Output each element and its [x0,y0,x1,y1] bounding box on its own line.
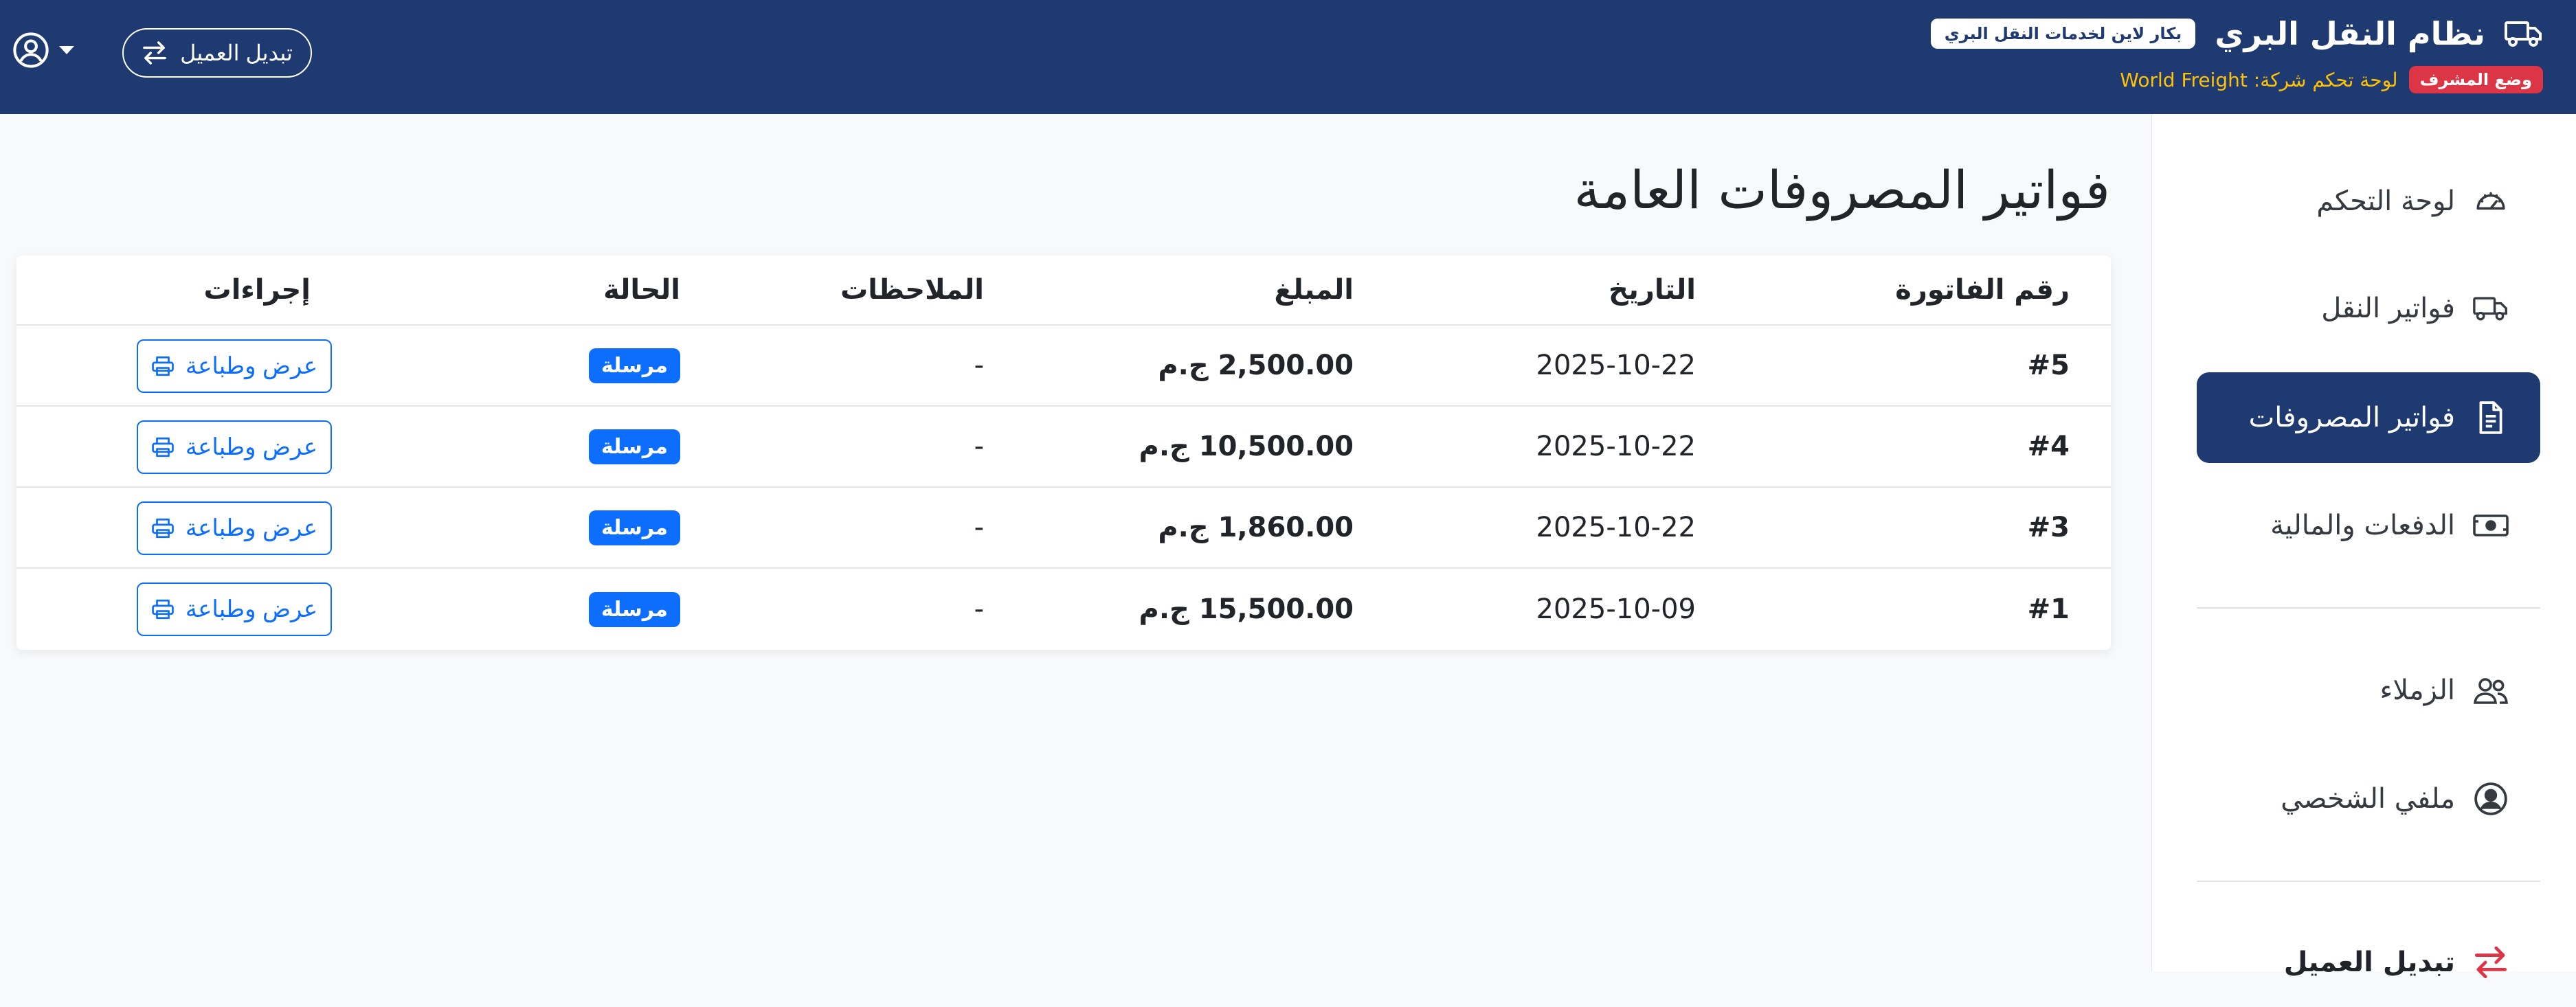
invoice-amount: 2,500.00 ج.م [1158,350,1354,381]
view-print-button[interactable]: عرض وطباعة [137,339,332,393]
sidebar-item-label: لوحة التحكم [2316,185,2455,217]
view-print-label: عرض وطباعة [185,353,318,379]
sidebar-divider [2197,607,2540,609]
status-cell: مرسلة [588,407,680,486]
truck-icon [2505,18,2543,49]
sidebar-item-switch-client[interactable]: تبديل العميل [2197,918,2540,1007]
status-badge: مرسلة [588,348,680,383]
view-print-button[interactable]: عرض وطباعة [137,420,332,474]
status-badge: مرسلة [588,510,680,545]
sidebar-item-label: فواتير النقل [2321,293,2455,324]
status-cell: مرسلة [588,569,680,650]
view-print-button[interactable]: عرض وطباعة [137,501,332,555]
view-print-label: عرض وطباعة [185,515,318,541]
arrow-left-right-icon [143,41,166,65]
table-row: #4 2025-10-22 10,500.00 ج.م - مرسلة عرض … [16,407,2111,488]
sidebar-item-expense-invoices[interactable]: فواتير المصروفات [2197,372,2540,463]
user-circle-icon [13,32,49,68]
app-title[interactable]: نظام النقل البري [2215,15,2485,52]
truck-icon [2473,297,2507,321]
column-header-date: التاريخ [1609,274,1696,306]
sidebar-item-label: ملفي الشخصي [2281,783,2455,815]
sidebar-item-label: الدفعات والمالية [2270,510,2455,541]
sidebar-item-transport-invoices[interactable]: فواتير النقل [2197,264,2540,353]
invoice-date: 2025-10-09 [1536,593,1696,625]
sidebar-item-label: الزملاء [2379,675,2455,706]
view-print-label: عرض وطباعة [185,596,318,622]
user-menu-toggle[interactable] [12,32,74,69]
invoice-number: #5 [2027,350,2070,381]
sidebar-divider [2197,881,2540,882]
invoice-amount: 1,860.00 ج.م [1158,512,1354,543]
person-circle-icon [2474,782,2507,815]
arrow-left-right-icon [2474,946,2507,979]
switch-client-button[interactable]: تبديل العميل [122,28,312,78]
sidebar-item-label: تبديل العميل [2283,947,2455,978]
invoice-notes: - [974,593,984,625]
column-header-amount: المبلغ [1274,274,1354,306]
people-icon [2473,678,2509,704]
printer-icon [152,599,174,620]
status-badge: مرسلة [588,429,680,464]
sidebar-item-dashboard[interactable]: لوحة التحكم [2197,157,2540,246]
invoice-date: 2025-10-22 [1536,431,1696,462]
chevron-down-icon [59,46,74,54]
printer-icon [152,518,174,539]
invoice-number: #4 [2027,431,2070,462]
column-header-notes: الملاحظات [840,274,984,306]
expense-invoices-table: رقم الفاتورة التاريخ المبلغ الملاحظات ال… [16,256,2111,650]
column-header-invoice-number: رقم الفاتورة [1895,274,2070,306]
invoice-number: #3 [2027,512,2070,543]
admin-mode-badge: وضع المشرف [2408,66,2543,93]
invoice-notes: - [974,350,984,381]
status-badge: مرسلة [588,591,680,627]
invoice-notes: - [974,512,984,543]
sidebar: لوحة التحكم فواتير النقل فواتير المصروفا… [2151,114,2576,979]
column-header-status: الحالة [603,274,680,306]
company-name-badge: بكار لاين لخدمات النقل البري [1930,19,2196,49]
invoice-date: 2025-10-22 [1536,512,1696,543]
status-cell: مرسلة [588,326,680,405]
status-cell: مرسلة [588,488,680,567]
sidebar-item-colleagues[interactable]: الزملاء [2197,646,2540,735]
company-dashboard-label: لوحة تحكم شركة: World Freight [2120,68,2398,91]
view-print-button[interactable]: عرض وطباعة [137,582,332,636]
invoice-date: 2025-10-22 [1536,350,1696,381]
invoice-amount: 10,500.00 ج.م [1139,431,1354,462]
sidebar-item-payments-finance[interactable]: الدفعات والمالية [2197,481,2540,570]
printer-icon [152,437,174,457]
invoice-notes: - [974,431,984,462]
speedometer-icon [2476,192,2505,210]
switch-client-label: تبديل العميل [180,41,293,65]
table-row: #5 2025-10-22 2,500.00 ج.م - مرسلة عرض و… [16,326,2111,407]
invoice-number: #1 [2027,593,2070,625]
invoice-amount: 15,500.00 ج.م [1139,593,1354,625]
cash-icon [2473,514,2509,536]
file-text-icon [2479,401,2502,434]
page-title: فواتير المصروفات العامة [1573,159,2110,220]
printer-icon [152,356,174,376]
column-header-actions: إجراءات [203,274,311,306]
table-header-row: رقم الفاتورة التاريخ المبلغ الملاحظات ال… [16,256,2111,326]
brand-area: نظام النقل البري بكار لاين لخدمات النقل … [1930,10,2543,93]
sidebar-item-my-profile[interactable]: ملفي الشخصي [2197,754,2540,844]
table-row: #1 2025-10-09 15,500.00 ج.م - مرسلة عرض … [16,569,2111,650]
view-print-label: عرض وطباعة [185,434,318,460]
table-row: #3 2025-10-22 1,860.00 ج.م - مرسلة عرض و… [16,488,2111,569]
top-navbar: نظام النقل البري بكار لاين لخدمات النقل … [0,0,2576,114]
sidebar-item-label: فواتير المصروفات [2248,402,2455,433]
